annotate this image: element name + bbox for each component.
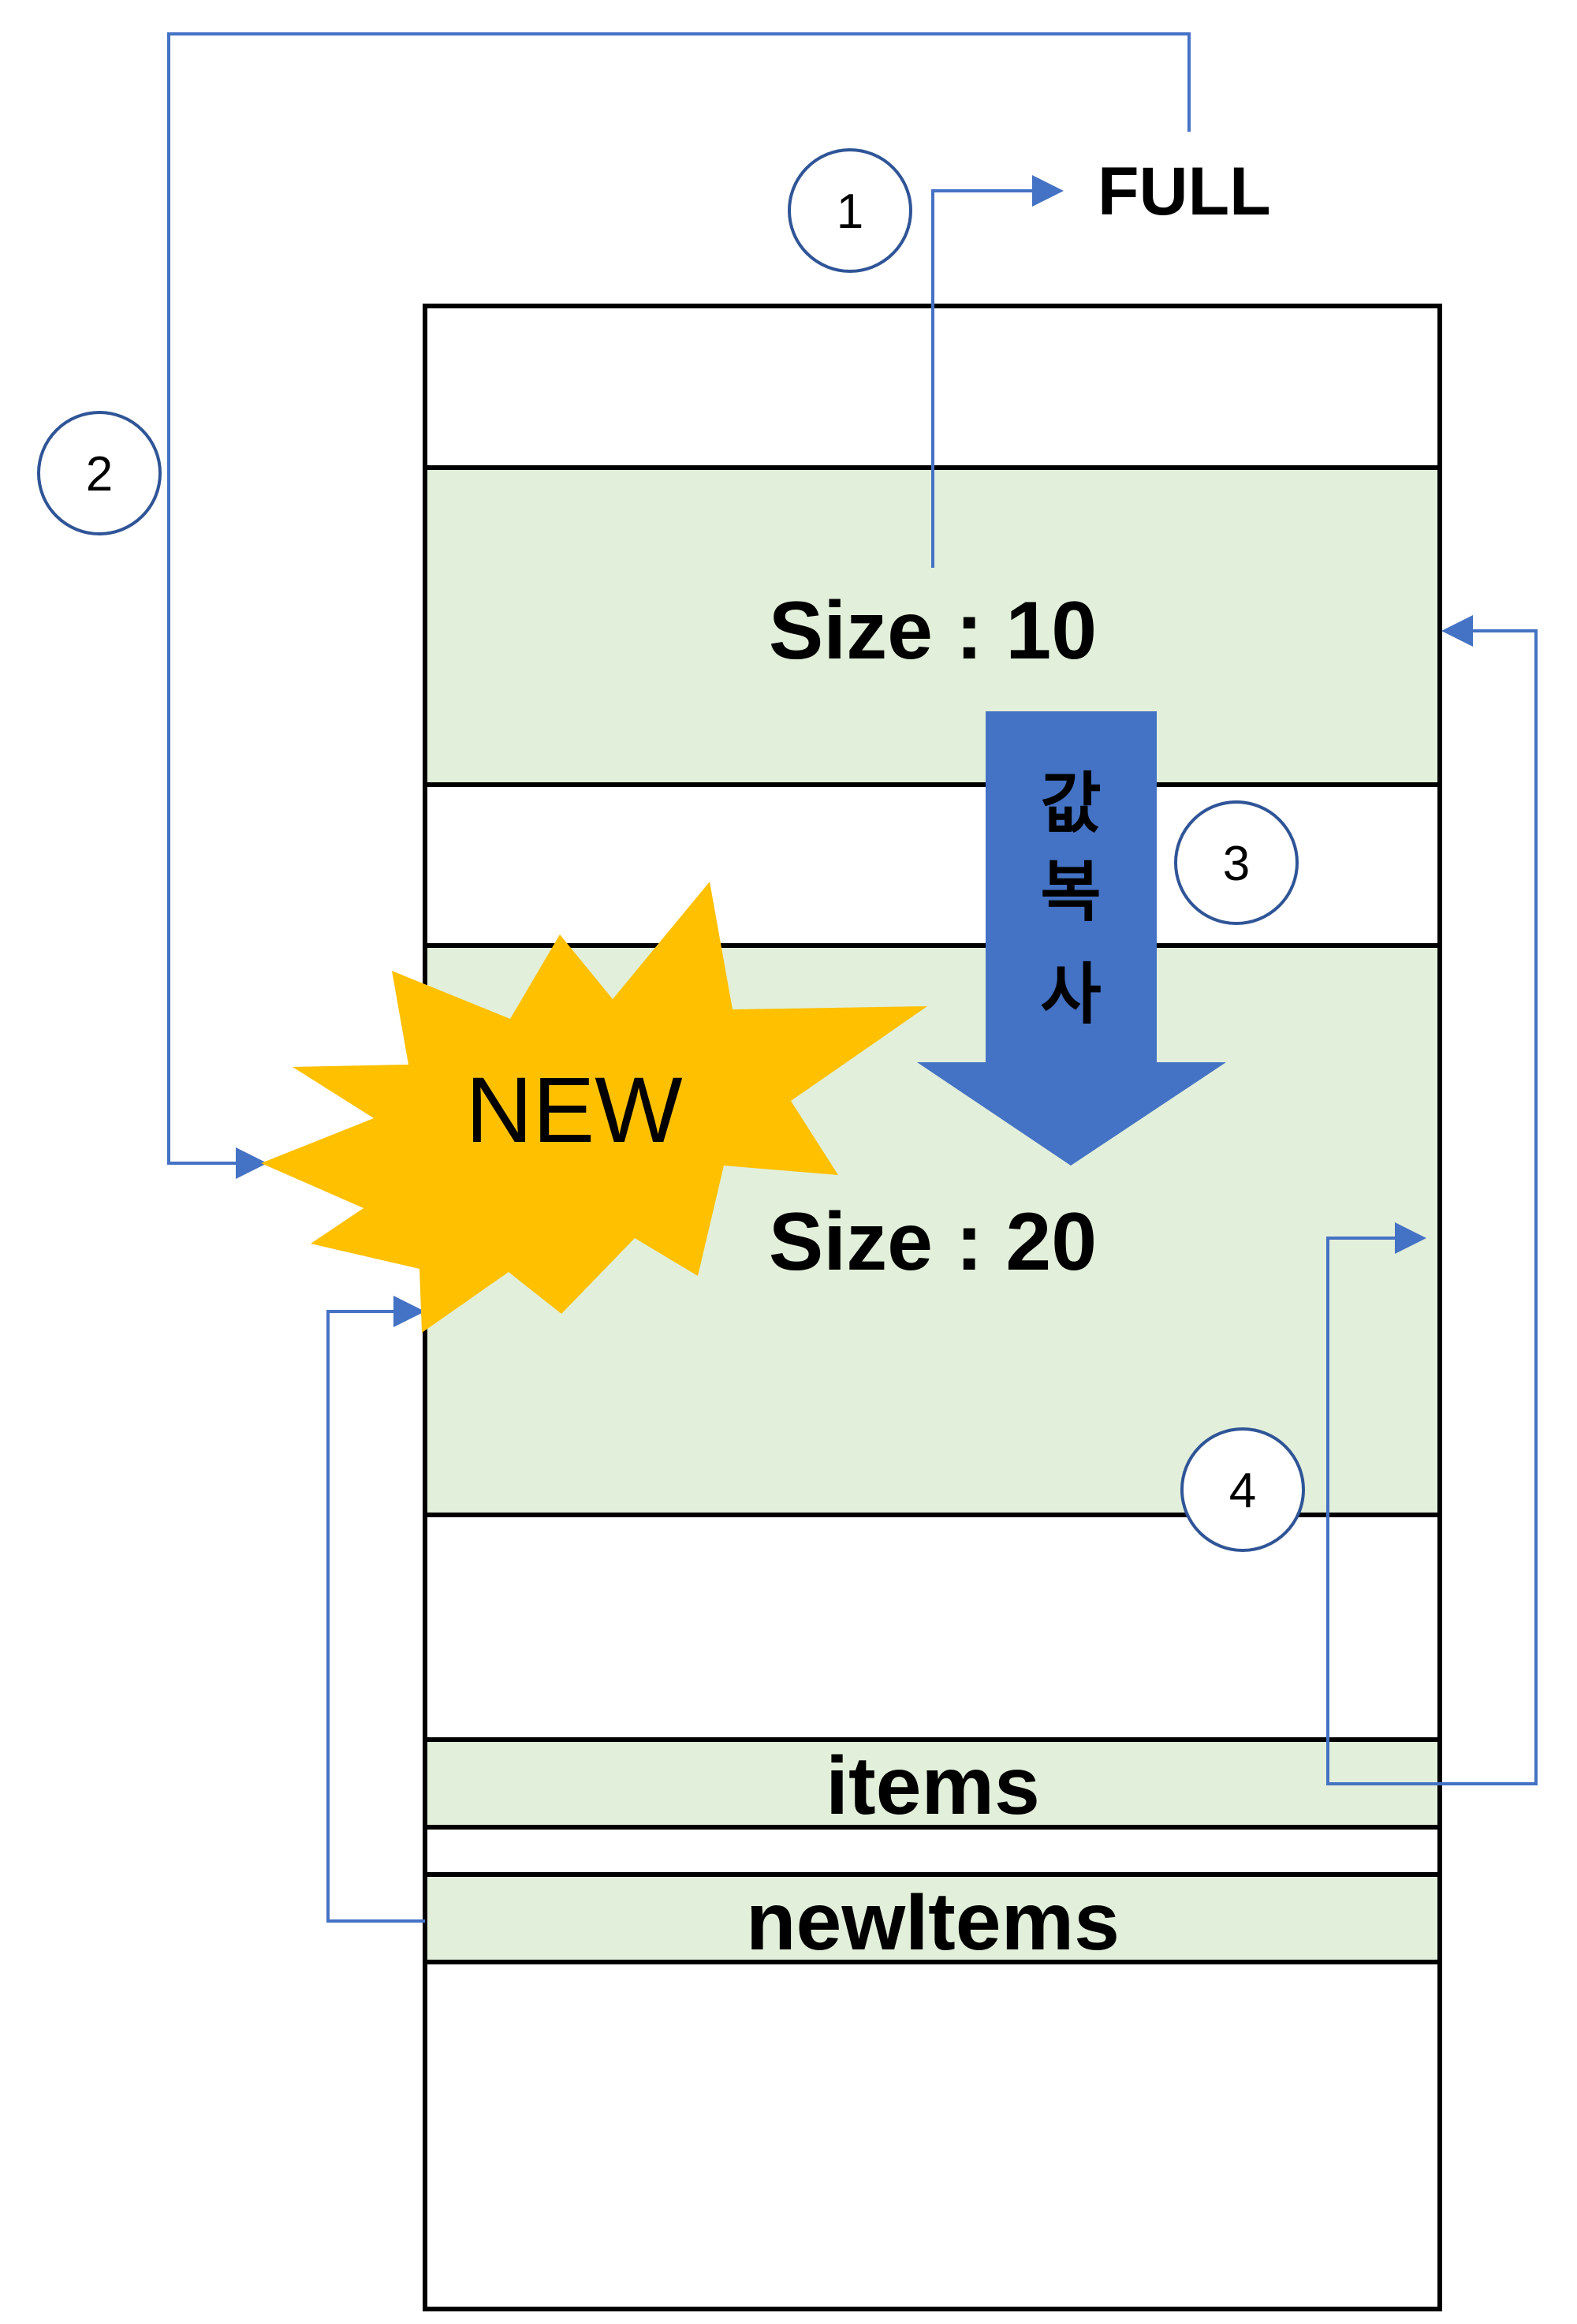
new-items-label: newItems (746, 1876, 1120, 1968)
new-array-size: Size : 20 (769, 1196, 1097, 1288)
copy-char-2: 복 (1040, 853, 1101, 931)
items-label: items (826, 1740, 1040, 1832)
items-old-pointer (1440, 615, 1538, 1785)
step-2-label: 2 (86, 447, 113, 502)
memory-diagram: 1 2 3 4 FULL Size : 10 Size : 20 items n… (37, 32, 1538, 2311)
new-burst-label: NEW (465, 1058, 682, 1162)
copy-char-3: 사 (1040, 956, 1101, 1033)
new-items-pointer (326, 1296, 425, 1923)
old-array-size: Size : 10 (769, 585, 1097, 677)
copy-char-1: 값 (1040, 765, 1101, 842)
step-3-label: 3 (1223, 837, 1250, 891)
full-label: FULL (1098, 154, 1271, 229)
step-4-label: 4 (1229, 1464, 1256, 1518)
step-1-label: 1 (837, 185, 863, 239)
